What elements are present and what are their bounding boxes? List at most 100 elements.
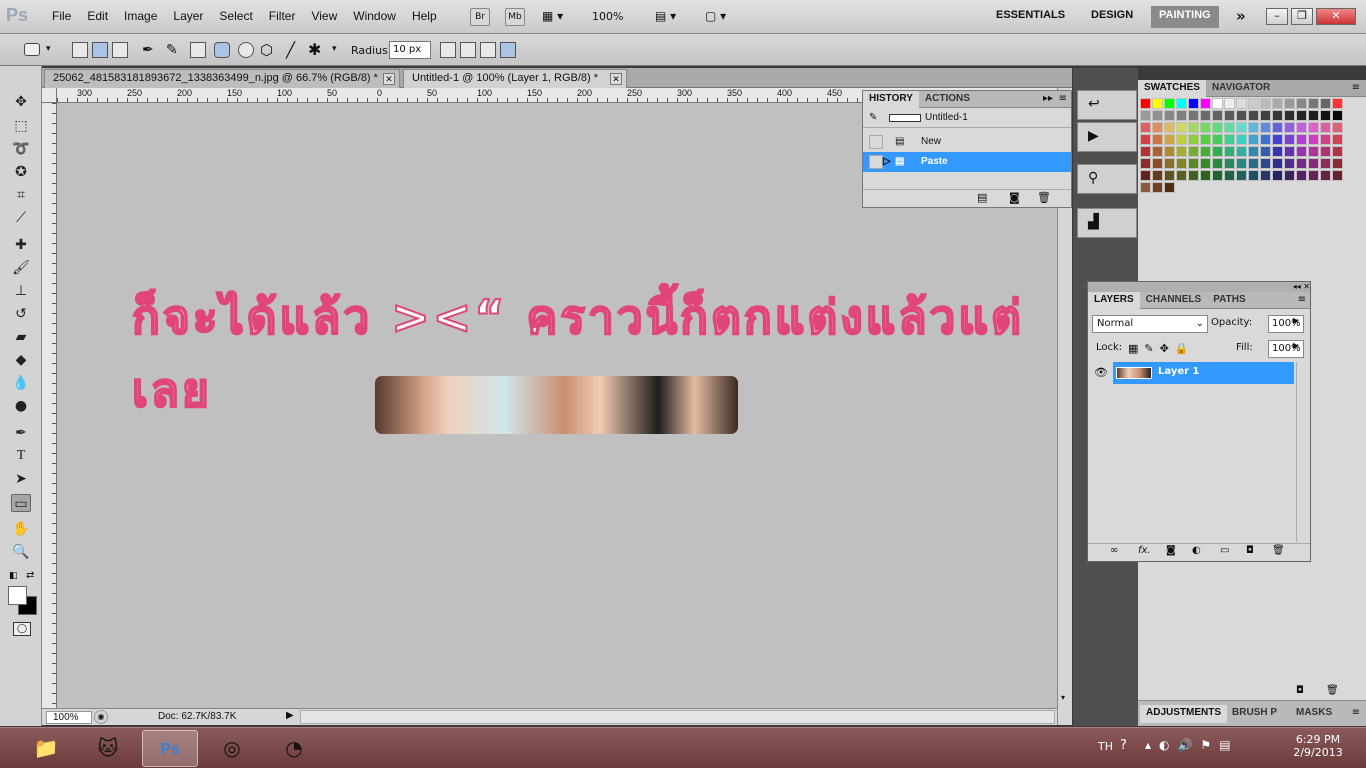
source-checkbox[interactable] [869,155,883,169]
clone-stamp-tool-icon[interactable]: ⊥ [11,282,31,300]
type-tool-icon[interactable]: T [11,447,31,465]
swatch[interactable] [1320,170,1331,181]
swatch[interactable] [1332,98,1343,109]
swatch[interactable] [1284,122,1295,133]
path-selection-tool-icon[interactable]: ➤ [11,470,31,488]
swatch[interactable] [1212,146,1223,157]
dodge-tool-icon[interactable]: ● [11,397,31,415]
swatch[interactable] [1224,134,1235,145]
hand-tool-icon[interactable]: ✋ [11,520,31,538]
swatch[interactable] [1272,122,1283,133]
tab-layers[interactable]: LAYERS [1088,292,1140,309]
tab-channels[interactable]: CHANNELS [1140,292,1208,309]
swatch[interactable] [1284,110,1295,121]
menu-file[interactable]: File [44,9,79,23]
swatch[interactable] [1296,98,1307,109]
lock-options-icons[interactable]: ▦✎✥🔒 [1128,342,1195,355]
new-document-from-state-icon[interactable]: ▤ [977,191,987,204]
tab-masks[interactable]: MASKS [1290,705,1338,723]
eye-icon[interactable]: 👁 [1089,362,1113,384]
status-info-icon[interactable]: ◉ [94,710,108,724]
swatch[interactable] [1140,158,1151,169]
swatch[interactable] [1236,134,1247,145]
swatch[interactable] [1224,98,1235,109]
swatch[interactable] [1188,122,1199,133]
swatch[interactable] [1320,158,1331,169]
swatch[interactable] [1320,122,1331,133]
swatch[interactable] [1212,134,1223,145]
menu-layer[interactable]: Layer [165,9,211,23]
screen-mode-icon[interactable]: ▢ ▾ [705,9,726,23]
adjustment-layer-icon[interactable]: ◐ [1192,545,1201,556]
swatch[interactable] [1236,122,1247,133]
healing-brush-tool-icon[interactable]: ✚ [11,236,31,254]
swatch[interactable] [1332,146,1343,157]
swatch[interactable] [1188,158,1199,169]
swatch[interactable] [1308,158,1319,169]
swatch[interactable] [1272,158,1283,169]
swatch[interactable] [1296,134,1307,145]
shape-layers-icon[interactable] [72,42,88,58]
swatch[interactable] [1212,122,1223,133]
line-shape-icon[interactable]: ╱ [286,41,295,59]
history-state-paste[interactable]: ▷ ▤ Paste [863,152,1071,172]
swatch[interactable] [1164,170,1175,181]
workspace-painting[interactable]: PAINTING [1151,6,1219,28]
brush-tool-icon[interactable]: 🖌 [11,259,31,277]
swatch[interactable] [1320,146,1331,157]
swatch[interactable] [1176,170,1187,181]
more-workspaces-icon[interactable]: » [1236,7,1246,25]
mini-bridge-button[interactable]: Mb [505,8,525,26]
swatch[interactable] [1332,122,1343,133]
eyedropper-tool-icon[interactable]: ⟋ [11,209,31,227]
foreground-color-swatch[interactable] [8,586,27,605]
swatch[interactable] [1272,146,1283,157]
explorer-taskbar-icon[interactable]: 📁 [18,730,74,767]
swatch[interactable] [1248,146,1259,157]
chrome-taskbar-icon[interactable]: ◎ [204,730,260,767]
swatch[interactable] [1260,134,1271,145]
swatch[interactable] [1200,134,1211,145]
close-icon[interactable]: ✕ [610,73,622,85]
tab-untitled-1[interactable]: Untitled-1 @ 100% (Layer 1, RGB/8) * ✕ [403,69,627,88]
history-brush-tool-icon[interactable]: ↺ [11,305,31,323]
swatch[interactable] [1296,110,1307,121]
tab-actions[interactable]: ACTIONS [919,91,976,108]
swatch[interactable] [1260,146,1271,157]
swatch-grid[interactable] [1140,98,1350,198]
rounded-rect-preset-icon[interactable] [24,43,40,56]
marquee-tool-icon[interactable]: ⬚ [11,117,31,135]
paint-bucket-tool-icon[interactable]: ◆ [11,351,31,369]
swatch[interactable] [1236,98,1247,109]
swatch[interactable] [1284,146,1295,157]
swatch[interactable] [1152,158,1163,169]
tab-navigator[interactable]: NAVIGATOR [1206,80,1276,97]
quick-selection-tool-icon[interactable]: ✪ [11,163,31,181]
swatch[interactable] [1260,122,1271,133]
new-swatch-icon[interactable]: ◘ [1296,685,1304,696]
tab-adjustments[interactable]: ADJUSTMENTS [1140,705,1228,723]
swatch[interactable] [1224,170,1235,181]
fill-slider-arrow-icon[interactable]: ▶ [1293,341,1299,350]
collapse-icon[interactable]: ▸▸ [1043,93,1053,104]
swatch[interactable] [1284,98,1295,109]
swatch[interactable] [1164,98,1175,109]
swatch[interactable] [1200,170,1211,181]
opacity-slider-arrow-icon[interactable]: ▶ [1293,316,1299,325]
add-mask-icon[interactable]: ◙ [1166,545,1176,556]
tab-history[interactable]: HISTORY [863,91,919,108]
path-subtract-icon[interactable] [460,42,476,58]
ruler-origin[interactable] [42,88,57,103]
swatch[interactable] [1200,146,1211,157]
swatch[interactable] [1140,182,1151,193]
eraser-tool-icon[interactable]: ▰ [11,328,31,346]
tool-presets-panel-icon[interactable]: ⚲ [1077,164,1137,194]
swatch[interactable] [1308,170,1319,181]
swatch[interactable] [1260,110,1271,121]
swatch[interactable] [1308,134,1319,145]
minimize-button[interactable]: – [1266,8,1288,25]
swatch[interactable] [1140,170,1151,181]
help-icon[interactable]: ? [1120,738,1127,753]
panel-menu-icon[interactable]: ≡ [1352,82,1360,93]
swatch[interactable] [1164,134,1175,145]
